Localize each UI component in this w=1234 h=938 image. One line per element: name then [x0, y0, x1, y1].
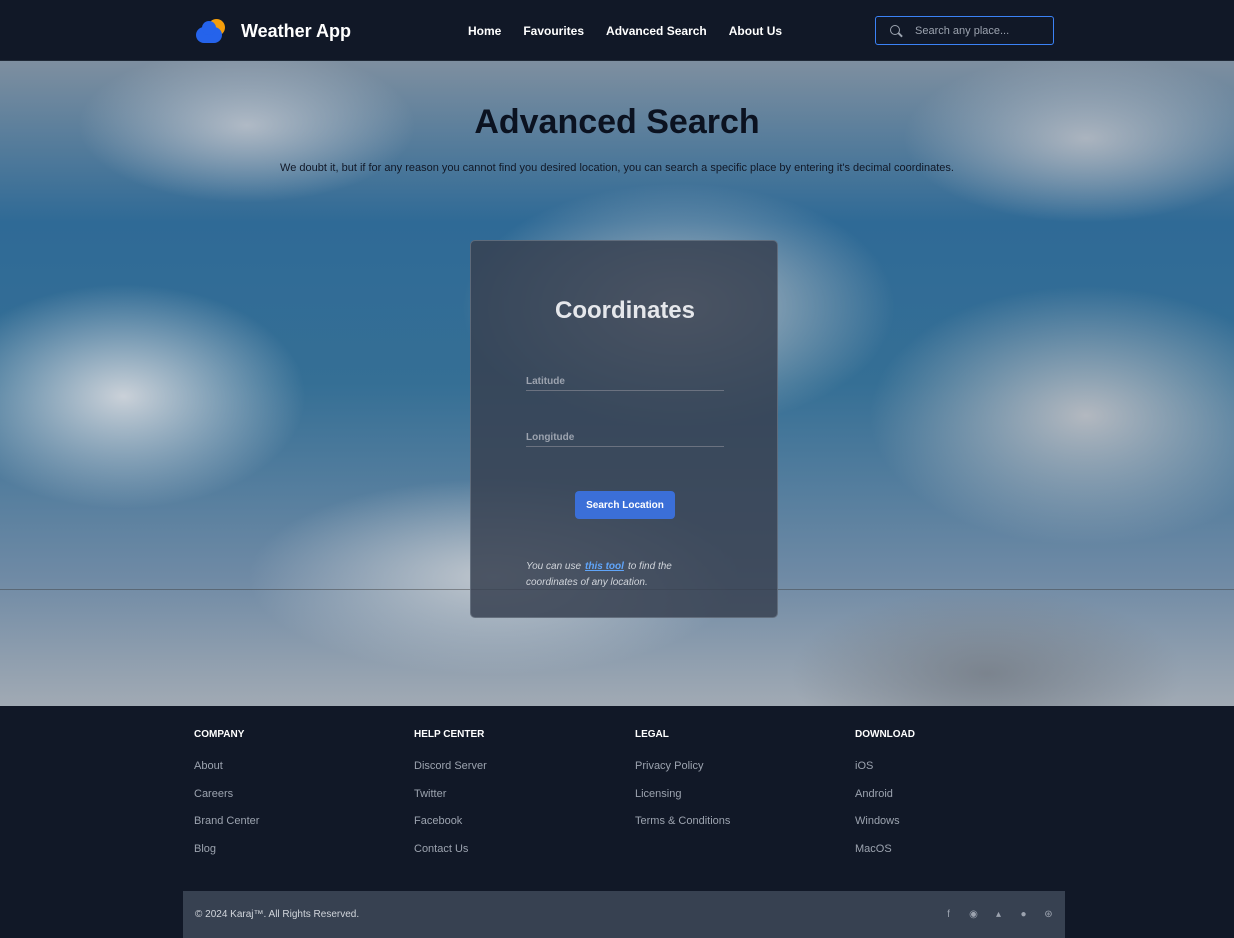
note-prefix: You can use	[526, 561, 582, 572]
top-navbar: Weather App Home Favourites Advanced Sea…	[0, 0, 1234, 61]
nav-advanced-search[interactable]: Advanced Search	[606, 24, 707, 38]
twitter-icon[interactable]: ▴	[992, 908, 1005, 921]
footer-link-privacy[interactable]: Privacy Policy	[635, 760, 730, 788]
footer-link-twitter[interactable]: Twitter	[414, 788, 487, 816]
footer-link-discord[interactable]: Discord Server	[414, 760, 487, 788]
tool-note: You can use this tool to find the coordina…	[526, 559, 726, 591]
footer-link-careers[interactable]: Careers	[194, 788, 259, 816]
footer-link-contact[interactable]: Contact Us	[414, 843, 487, 871]
weather-logo-icon	[195, 17, 229, 45]
nav-home[interactable]: Home	[468, 24, 501, 38]
page-title: Advanced Search	[474, 103, 760, 141]
hero-section: Advanced Search We doubt it, but if for …	[0, 61, 1234, 706]
footer-link-facebook[interactable]: Facebook	[414, 815, 487, 843]
longitude-input[interactable]	[526, 432, 724, 443]
latitude-input[interactable]	[526, 376, 724, 387]
page-subtitle: We doubt it, but if for any reason you c…	[280, 162, 954, 174]
place-search-input[interactable]	[915, 24, 1045, 37]
footer-link-blog[interactable]: Blog	[194, 843, 259, 871]
footer-link-android[interactable]: Android	[855, 788, 915, 816]
this-tool-link[interactable]: this tool	[585, 561, 624, 572]
footer-link-licensing[interactable]: Licensing	[635, 788, 730, 816]
search-location-button[interactable]: Search Location	[575, 491, 675, 519]
coordinates-card: Coordinates Search Location You can uset…	[470, 240, 778, 618]
footer-link-terms[interactable]: Terms & Conditions	[635, 815, 730, 843]
cloud-shape	[196, 21, 222, 43]
facebook-icon[interactable]: f	[942, 908, 955, 921]
footer-heading: LEGAL	[635, 729, 669, 740]
card-title: Coordinates	[554, 297, 695, 324]
footer-heading: HELP CENTER	[414, 729, 485, 740]
main-nav: Home Favourites Advanced Search About Us	[468, 24, 782, 38]
footer-link-macos[interactable]: MacOS	[855, 843, 915, 871]
footer-link-ios[interactable]: iOS	[855, 760, 915, 788]
copyright-text: © 2024 Karaj™. All Rights Reserved.	[195, 909, 360, 920]
dribbble-icon[interactable]: ⊛	[1042, 908, 1055, 921]
latitude-field	[526, 371, 724, 391]
footer-heading: COMPANY	[194, 729, 245, 740]
brand[interactable]: Weather App	[195, 17, 351, 45]
footer-column-help-center: HELP CENTER Discord Server Twitter Faceb…	[414, 729, 487, 870]
github-icon[interactable]: ●	[1017, 908, 1030, 921]
longitude-field	[526, 427, 724, 447]
footer-link-about[interactable]: About	[194, 760, 259, 788]
place-search-box[interactable]	[875, 16, 1054, 45]
footer-column-download: DOWNLOAD iOS Android Windows MacOS	[855, 729, 915, 870]
discord-icon[interactable]: ◉	[967, 908, 980, 921]
footer-bottom-bar: © 2024 Karaj™. All Rights Reserved. f ◉ …	[183, 891, 1065, 938]
footer-heading: DOWNLOAD	[855, 729, 915, 740]
footer-link-windows[interactable]: Windows	[855, 815, 915, 843]
app-name: Weather App	[241, 20, 352, 41]
nav-favourites[interactable]: Favourites	[523, 24, 584, 38]
search-icon	[890, 24, 902, 37]
footer: COMPANY About Careers Brand Center Blog …	[0, 706, 1234, 938]
social-links: f ◉ ▴ ● ⊛	[942, 908, 1055, 921]
footer-column-company: COMPANY About Careers Brand Center Blog	[194, 729, 259, 870]
footer-link-brand-center[interactable]: Brand Center	[194, 815, 259, 843]
nav-about-us[interactable]: About Us	[729, 24, 782, 38]
footer-column-legal: LEGAL Privacy Policy Licensing Terms & C…	[635, 729, 730, 843]
